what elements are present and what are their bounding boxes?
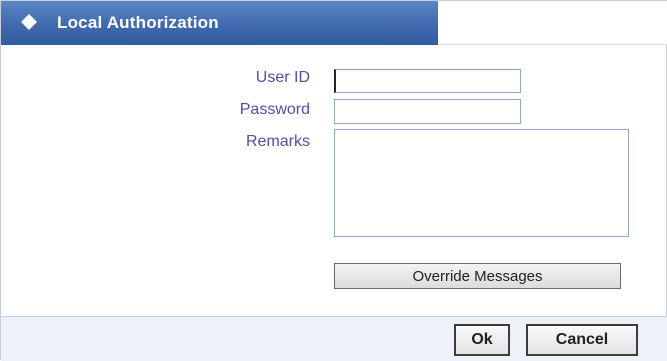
remarks-textarea[interactable] — [334, 129, 629, 237]
titlebar-spacer — [438, 1, 667, 45]
ok-button[interactable]: Ok — [454, 324, 510, 356]
dialog-title: Local Authorization — [57, 13, 219, 32]
password-label: Password — [239, 101, 310, 118]
dialog-titlebar: Local Authorization — [1, 1, 438, 45]
diamond-icon — [21, 14, 37, 30]
user-id-input[interactable] — [334, 69, 521, 93]
user-id-label: User ID — [255, 69, 310, 86]
cancel-button[interactable]: Cancel — [526, 324, 638, 356]
password-input[interactable] — [334, 99, 521, 124]
remarks-label: Remarks — [245, 133, 310, 150]
local-authorization-dialog: Local Authorization User ID Password Rem… — [0, 0, 667, 361]
override-messages-button[interactable]: Override Messages — [334, 263, 621, 289]
